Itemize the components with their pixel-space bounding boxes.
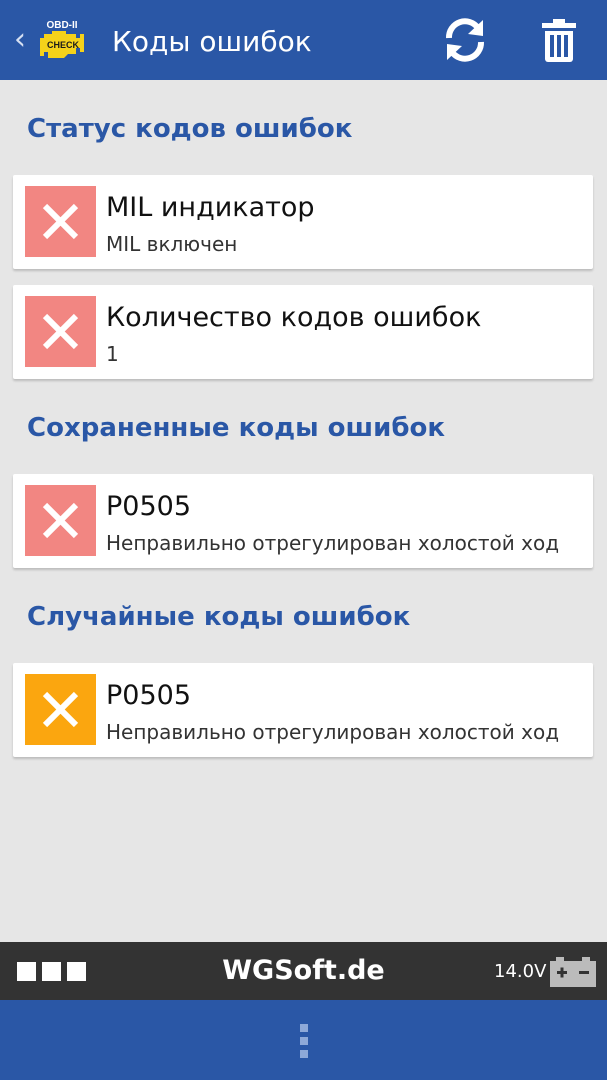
list-item[interactable]: Количество кодов ошибок 1 (13, 285, 593, 379)
section-title-status: Статус кодов ошибок (27, 114, 353, 144)
page-title: Коды ошибок (112, 25, 312, 58)
item-title: P0505 (106, 491, 191, 522)
item-subtitle: 1 (106, 342, 119, 366)
item-subtitle: MIL включен (106, 232, 238, 256)
close-icon (42, 203, 79, 240)
obd-check-logo-icon[interactable]: OBD-II CHECK (38, 18, 86, 60)
close-icon (42, 691, 79, 728)
logo-text-bottom: CHECK (47, 40, 80, 50)
close-icon (42, 313, 79, 350)
trash-icon (542, 19, 576, 62)
warning-status-badge (25, 674, 96, 745)
battery-icon (550, 957, 596, 987)
list-item[interactable]: MIL индикатор MIL включен (13, 175, 593, 269)
item-title: MIL индикатор (106, 192, 315, 223)
section-title-pending: Случайные коды ошибок (27, 602, 411, 632)
refresh-button[interactable] (439, 14, 491, 66)
bottom-nav-bar (0, 1000, 607, 1080)
close-icon (42, 502, 79, 539)
item-title: Количество кодов ошибок (106, 302, 482, 333)
delete-button[interactable] (533, 14, 585, 66)
app-bar: ‹ OBD-II CHECK Коды ошибок (0, 0, 607, 80)
item-subtitle: Неправильно отрегулирован холостой ход (106, 531, 560, 555)
list-item[interactable]: P0505 Неправильно отрегулирован холостой… (13, 663, 593, 757)
connection-status-bar: WGSoft.de 14.0V (0, 942, 607, 1000)
voltage-readout: 14.0V (494, 961, 547, 982)
error-status-badge (25, 485, 96, 556)
item-subtitle: Неправильно отрегулирован холостой ход (106, 720, 560, 744)
list-item[interactable]: P0505 Неправильно отрегулирован холостой… (13, 474, 593, 568)
overflow-menu-button[interactable] (290, 1020, 318, 1062)
item-title: P0505 (106, 680, 191, 711)
error-status-badge (25, 296, 96, 367)
logo-text-top: OBD-II (46, 20, 77, 31)
section-title-stored: Сохраненные коды ошибок (27, 413, 446, 443)
refresh-icon (446, 18, 484, 62)
back-chevron-icon[interactable]: ‹ (14, 22, 26, 58)
error-status-badge (25, 186, 96, 257)
